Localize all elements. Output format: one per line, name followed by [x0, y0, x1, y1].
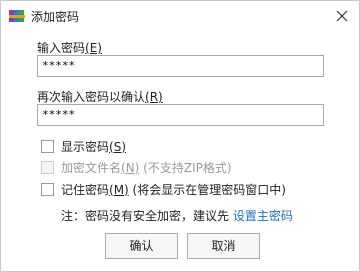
encrypt-filenames-checkbox [41, 160, 54, 174]
remember-password-option[interactable]: 记住密码(M) (将会显示在管理密码窗口中) [41, 181, 286, 197]
set-master-password-link[interactable]: 设置主密码 [233, 209, 293, 223]
password-label: 输入密码(E) [37, 41, 102, 55]
confirm-password-input[interactable]: ***** [37, 104, 324, 126]
show-password-checkbox[interactable] [41, 139, 54, 153]
cancel-button[interactable]: 取消 [187, 233, 260, 259]
confirm-password-label: 再次输入密码以确认(R) [37, 90, 163, 104]
security-note: 注：密码没有安全加密，建议先 设置主密码 [61, 207, 293, 224]
title-bar: 添加密码 [1, 1, 359, 31]
password-input-value: ***** [42, 59, 76, 72]
ok-button[interactable]: 确认 [105, 233, 178, 259]
remember-password-label: 记住密码(M) (将会显示在管理密码窗口中) [61, 182, 286, 197]
remember-password-checkbox[interactable] [41, 182, 54, 196]
password-mnemonic: (E) [85, 41, 102, 55]
security-note-text: 注：密码没有安全加密，建议先 [61, 209, 233, 223]
winrar-books-icon [9, 10, 25, 22]
encrypt-filenames-label: 加密文件名(N) (不支持ZIP格式) [61, 160, 232, 175]
confirm-mnemonic: (R) [145, 90, 163, 104]
add-password-dialog: 添加密码 输入密码(E) ***** 再次输入密码以确认(R) ***** 显示… [0, 0, 360, 272]
confirm-input-value: ***** [42, 108, 76, 121]
close-icon[interactable] [333, 7, 351, 25]
encrypt-filenames-option: 加密文件名(N) (不支持ZIP格式) [41, 159, 232, 175]
window-title: 添加密码 [31, 10, 80, 24]
show-password-option[interactable]: 显示密码(S) [41, 138, 126, 154]
password-input[interactable]: ***** [37, 55, 324, 77]
show-password-label: 显示密码(S) [61, 139, 126, 154]
